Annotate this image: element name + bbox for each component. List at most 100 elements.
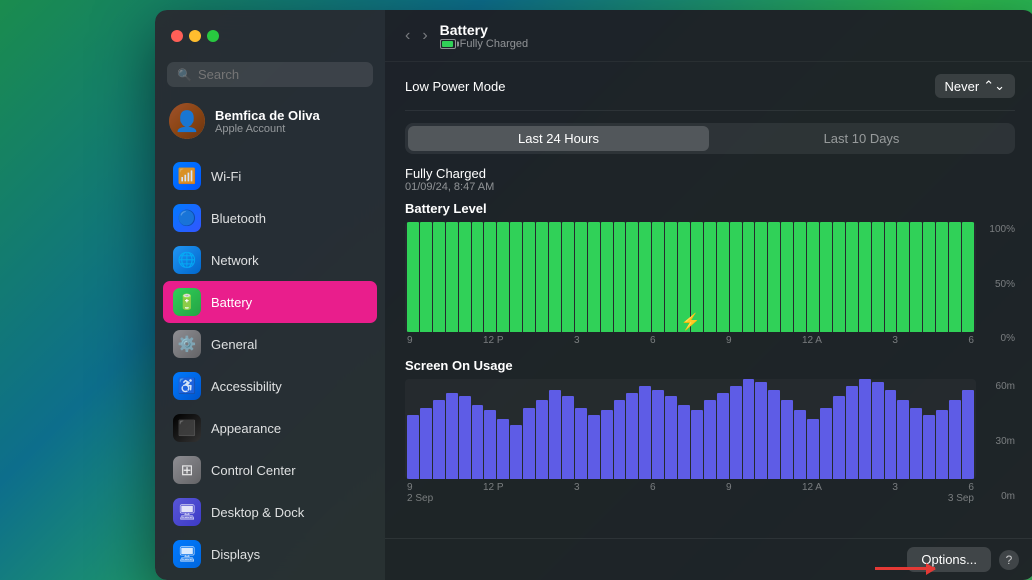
battery-bar: [484, 222, 496, 332]
low-power-mode-label: Low Power Mode: [405, 79, 505, 94]
sidebar-item-displays[interactable]: 🖥 Displays: [163, 533, 377, 575]
usage-bar: [897, 400, 909, 479]
sidebar-item-desktop[interactable]: 🖥 Desktop & Dock: [163, 491, 377, 533]
avatar-image: 👤: [169, 103, 205, 139]
content-area: Low Power Mode Never ⌃⌄ Last 24 HoursLas…: [385, 62, 1032, 538]
search-input[interactable]: [198, 67, 363, 82]
usage-x-label: 9: [726, 482, 732, 493]
battery-x-label: 9: [407, 335, 413, 346]
maximize-button[interactable]: [207, 30, 219, 42]
usage-x-label: 3: [574, 482, 580, 493]
usage-bar: [588, 415, 600, 479]
battery-bar: [755, 222, 767, 332]
usage-bar: [614, 400, 626, 479]
sidebar-item-label-general: General: [211, 337, 257, 352]
forward-button[interactable]: ›: [418, 25, 431, 47]
main-titlebar: ‹ › Battery Fully Charged: [385, 10, 1032, 62]
general-icon: ⚙️: [173, 330, 201, 358]
status-info: Fully Charged 01/09/24, 8:47 AM: [405, 166, 1015, 193]
tab-24h[interactable]: Last 24 Hours: [408, 126, 709, 151]
battery-bar: [923, 222, 935, 332]
sidebar-item-label-displays: Displays: [211, 547, 260, 562]
tab-10d[interactable]: Last 10 Days: [711, 126, 1012, 151]
battery-bar: [523, 222, 535, 332]
status-title: Fully Charged: [405, 166, 1015, 181]
battery-bar: [601, 222, 613, 332]
battery-bar: [549, 222, 561, 332]
sidebar-item-battery[interactable]: 🔋 Battery: [163, 281, 377, 323]
usage-bar: [923, 415, 935, 479]
sidebar-item-bluetooth[interactable]: 🔵 Bluetooth: [163, 197, 377, 239]
nav-list: 📶 Wi-Fi 🔵 Bluetooth 🌐 Network 🔋 Battery …: [155, 155, 385, 580]
usage-bar: [807, 419, 819, 479]
sidebar: 🔍 👤 Bemfica de Oliva Apple Account 📶 Wi-…: [155, 10, 385, 580]
controlcenter-icon: ⊞: [173, 456, 201, 484]
battery-y-label: 0%: [980, 333, 1015, 344]
sidebar-item-general[interactable]: ⚙️ General: [163, 323, 377, 365]
battery-x-label: 9: [726, 335, 732, 346]
usage-bar: [704, 400, 716, 479]
usage-date-label: 2 Sep: [407, 493, 433, 504]
battery-bar: [446, 222, 458, 332]
usage-bar: [910, 408, 922, 479]
search-bar[interactable]: 🔍: [167, 62, 373, 87]
usage-bar: [459, 396, 471, 479]
sidebar-item-label-controlcenter: Control Center: [211, 463, 296, 478]
sidebar-item-wifi[interactable]: 📶 Wi-Fi: [163, 155, 377, 197]
sidebar-item-controlcenter[interactable]: ⊞ Control Center: [163, 449, 377, 491]
sidebar-item-screensaver[interactable]: 🌊 Screen Saver: [163, 575, 377, 580]
usage-bar: [872, 382, 884, 479]
usage-bar: [755, 382, 767, 479]
usage-bar: [472, 405, 484, 479]
battery-bar: [433, 222, 445, 332]
usage-bar: [639, 386, 651, 479]
usage-date-labels: 2 Sep3 Sep: [405, 493, 976, 504]
sidebar-item-accessibility[interactable]: ♿ Accessibility: [163, 365, 377, 407]
battery-bar: [962, 222, 974, 332]
battery-bar: [459, 222, 471, 332]
sidebar-item-label-wifi: Wi-Fi: [211, 169, 241, 184]
usage-bar: [717, 393, 729, 479]
usage-bar: [446, 393, 458, 479]
usage-bar: [601, 410, 613, 479]
arrow-line: [875, 567, 935, 570]
usage-bar: [846, 386, 858, 479]
usage-bar: [562, 396, 574, 479]
battery-x-label: 6: [968, 335, 974, 346]
status-time: 01/09/24, 8:47 AM: [405, 181, 1015, 193]
low-power-mode-row: Low Power Mode Never ⌃⌄: [405, 62, 1015, 111]
low-power-mode-dropdown[interactable]: Never ⌃⌄: [935, 74, 1015, 98]
usage-x-label: 6: [650, 482, 656, 493]
battery-bar: [833, 222, 845, 332]
back-button[interactable]: ‹: [401, 25, 414, 47]
usage-bar: [652, 390, 664, 479]
lightning-icon: ⚡: [681, 312, 701, 332]
accessibility-icon: ♿: [173, 372, 201, 400]
user-profile[interactable]: 👤 Bemfica de Oliva Apple Account: [155, 95, 385, 147]
usage-bar: [665, 396, 677, 479]
battery-bar: [652, 222, 664, 332]
sidebar-item-network[interactable]: 🌐 Network: [163, 239, 377, 281]
battery-bar: [420, 222, 432, 332]
usage-bar: [730, 386, 742, 479]
minimize-button[interactable]: [189, 30, 201, 42]
usage-chart: [405, 379, 976, 479]
user-subtitle: Apple Account: [215, 123, 320, 135]
main-content: ‹ › Battery Fully Charged Low Power Mode…: [385, 10, 1032, 580]
sidebar-item-appearance[interactable]: ⬛ Appearance: [163, 407, 377, 449]
battery-bar: [717, 222, 729, 332]
usage-bar: [949, 400, 961, 479]
usage-bar: [768, 390, 780, 479]
close-button[interactable]: [171, 30, 183, 42]
battery-y-label: 100%: [980, 224, 1015, 235]
help-button[interactable]: ?: [999, 550, 1019, 570]
user-info: Bemfica de Oliva Apple Account: [215, 108, 320, 135]
battery-bar: [575, 222, 587, 332]
usage-bar: [536, 400, 548, 479]
bluetooth-icon: 🔵: [173, 204, 201, 232]
usage-bar: [936, 410, 948, 479]
battery-x-labels: 912 P36912 A36: [405, 332, 976, 346]
battery-bar: [626, 222, 638, 332]
battery-bar: [910, 222, 922, 332]
battery-bar: [949, 222, 961, 332]
